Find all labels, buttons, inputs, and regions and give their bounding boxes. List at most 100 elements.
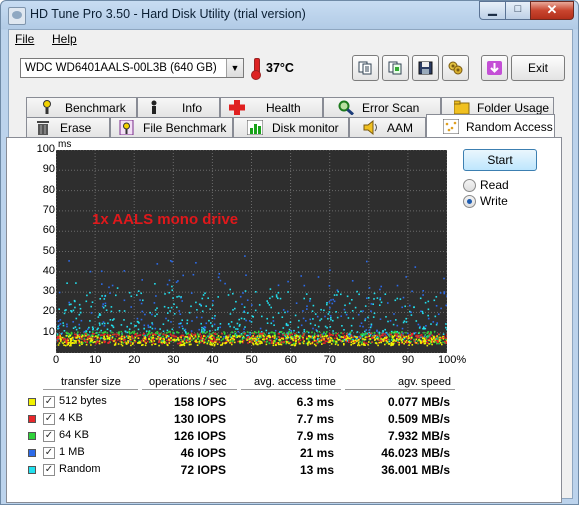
data-point-512-bytes (252, 338, 254, 340)
minimize-button[interactable]: ▁ (479, 1, 506, 20)
data-point-random (351, 329, 353, 332)
data-point-512-bytes (315, 344, 317, 347)
copy-screenshot-button[interactable] (382, 55, 409, 81)
menu-file[interactable]: File (15, 32, 34, 46)
data-point-random (415, 320, 418, 322)
data-point-512-bytes (131, 343, 134, 345)
download-button[interactable] (481, 55, 508, 81)
data-point-1-mb (427, 317, 430, 320)
write-radio[interactable] (463, 195, 476, 208)
data-point-random (255, 291, 257, 293)
data-point-random (219, 323, 222, 325)
data-point-4-kb (275, 342, 278, 344)
data-point-random (211, 317, 214, 319)
data-point-512-bytes (59, 335, 61, 337)
data-point-random (101, 322, 104, 325)
start-button[interactable]: Start (463, 149, 537, 171)
data-point-random (356, 331, 359, 333)
data-point-1-mb (331, 302, 334, 305)
write-radio-label[interactable]: Write (480, 194, 508, 208)
data-point-64-kb (172, 331, 174, 334)
data-point-1-mb (182, 274, 184, 277)
copy-text-button[interactable] (352, 55, 379, 81)
exit-button[interactable]: Exit (511, 55, 565, 81)
tab-file-benchmark[interactable]: File Benchmark (110, 117, 233, 137)
data-point-random (201, 326, 203, 329)
data-point-512-bytes (257, 337, 260, 340)
data-point-512-bytes (128, 335, 130, 338)
tab-error-scan[interactable]: Error Scan (323, 97, 441, 117)
data-point-512-bytes (407, 337, 410, 340)
data-point-64-kb (360, 333, 362, 336)
options-button[interactable] (442, 55, 469, 81)
y-tick-label: 30 (42, 285, 55, 298)
app-icon[interactable] (8, 7, 26, 25)
data-point-4-kb (395, 335, 398, 338)
data-point-4-kb (194, 333, 197, 336)
tab-disk-monitor[interactable]: Disk monitor (233, 117, 349, 137)
data-point-512-bytes (274, 344, 277, 346)
data-point-random (130, 322, 132, 325)
data-point-1-mb (305, 320, 307, 322)
data-point-512-bytes (337, 344, 339, 346)
data-point-1-mb (359, 325, 361, 327)
tab-aam[interactable]: AAM (349, 117, 426, 137)
data-point-512-bytes (163, 342, 166, 344)
series-checkbox[interactable]: ✓ (43, 396, 55, 408)
tab-health[interactable]: Health (220, 97, 323, 117)
iops-value: 130 IOPS (173, 412, 226, 426)
series-checkbox[interactable]: ✓ (43, 464, 55, 476)
read-radio[interactable] (463, 179, 476, 192)
data-point-512-bytes (279, 343, 281, 346)
data-point-random (314, 313, 317, 315)
data-point-1-mb (223, 336, 225, 338)
data-point-random (312, 304, 315, 307)
tab-erase[interactable]: Erase (26, 117, 110, 137)
data-point-random (106, 328, 109, 331)
random-access-icon (443, 119, 459, 134)
chevron-down-icon[interactable]: ▼ (226, 59, 243, 77)
read-radio-label[interactable]: Read (480, 178, 509, 192)
tab-info[interactable]: Info (137, 97, 220, 117)
data-point-512-bytes (196, 344, 199, 346)
data-point-random (159, 328, 161, 330)
y-tick-label: 50 (42, 244, 55, 257)
drive-select[interactable]: WDC WD6401AALS-00L3B (640 GB) ▼ (20, 58, 244, 78)
data-point-1-mb (166, 283, 169, 286)
data-point-random (103, 322, 106, 325)
data-point-random (66, 282, 68, 284)
data-point-random (409, 310, 411, 313)
speaker-icon (363, 120, 377, 135)
data-point-1-mb (300, 275, 302, 277)
data-point-random (143, 327, 145, 330)
series-checkbox[interactable]: ✓ (43, 430, 55, 442)
data-point-random (86, 294, 88, 297)
maximize-button[interactable]: □ (505, 1, 531, 20)
data-point-random (104, 305, 107, 307)
data-point-1-mb (83, 330, 86, 333)
menu-help[interactable]: Help (52, 32, 77, 46)
series-checkbox[interactable]: ✓ (43, 413, 55, 425)
title-bar[interactable]: HD Tune Pro 3.50 - Hard Disk Utility (tr… (1, 1, 578, 29)
data-point-512-bytes (382, 339, 385, 342)
data-point-512-bytes (391, 335, 394, 337)
data-point-512-bytes (151, 337, 154, 339)
data-point-64-kb (291, 335, 294, 338)
data-point-1-mb (144, 313, 146, 316)
data-point-random (277, 297, 279, 300)
access-time-value: 7.7 ms (296, 412, 334, 426)
data-point-512-bytes (259, 342, 261, 345)
series-checkbox[interactable]: ✓ (43, 447, 55, 459)
data-point-4-kb (330, 333, 333, 336)
data-point-64-kb (378, 333, 381, 336)
data-point-4-kb (218, 341, 221, 344)
data-point-1-mb (401, 327, 404, 330)
data-point-512-bytes (134, 336, 137, 339)
data-point-random (167, 319, 170, 322)
tab-benchmark[interactable]: Benchmark (26, 97, 137, 117)
close-button[interactable]: ✕ (530, 1, 574, 20)
save-button[interactable] (412, 55, 439, 81)
data-point-64-kb (365, 332, 367, 335)
data-point-random (312, 318, 314, 320)
tab-random-access[interactable]: Random Access (426, 114, 555, 137)
